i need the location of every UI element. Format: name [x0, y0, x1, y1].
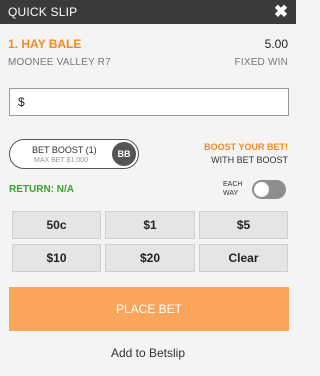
bet-type: FIXED WIN — [234, 57, 288, 68]
quick-slip-header: QUICK SLIP ✖ — [0, 0, 296, 24]
quick-stake-1-button[interactable]: $1 — [105, 211, 195, 239]
each-way-label-line2: WAY — [223, 190, 239, 197]
each-way-label: EACH WAY — [223, 180, 242, 198]
bet-boost-max: MAX BET $1,000 — [34, 157, 88, 164]
runner-price: 5.00 — [264, 37, 288, 51]
toggle-knob — [254, 182, 269, 197]
each-way-label-line1: EACH — [223, 181, 243, 188]
boost-promo-title: BOOST YOUR BET! — [204, 142, 288, 152]
quick-stake-50c-button[interactable]: 50c — [12, 211, 101, 239]
bet-boost-button[interactable]: BET BOOST (1) MAX BET $1,000 BB — [9, 139, 139, 169]
quick-stake-10-button[interactable]: $10 — [12, 244, 101, 272]
stake-field[interactable]: $ — [9, 88, 289, 116]
close-icon[interactable]: ✖ — [272, 2, 290, 22]
bet-boost-label: BET BOOST (1) — [32, 145, 97, 155]
clear-stake-button[interactable]: Clear — [199, 244, 288, 272]
currency-symbol: $ — [18, 95, 25, 109]
place-bet-button[interactable]: PLACE BET — [9, 287, 289, 331]
quick-stake-5-button[interactable]: $5 — [199, 211, 288, 239]
add-to-betslip-link[interactable]: Add to Betslip — [0, 346, 296, 360]
race-name: MOONEE VALLEY R7 — [8, 57, 111, 68]
bet-boost-icon: BB — [112, 142, 136, 166]
stake-input[interactable] — [28, 91, 283, 113]
return-value: RETURN: N/A — [9, 184, 74, 195]
header-title: QUICK SLIP — [8, 5, 78, 19]
each-way-toggle[interactable] — [252, 180, 286, 199]
quick-stake-20-button[interactable]: $20 — [105, 244, 195, 272]
boost-promo-subtitle: WITH BET BOOST — [211, 155, 288, 165]
runner-name: 1. HAY BALE — [8, 37, 82, 51]
